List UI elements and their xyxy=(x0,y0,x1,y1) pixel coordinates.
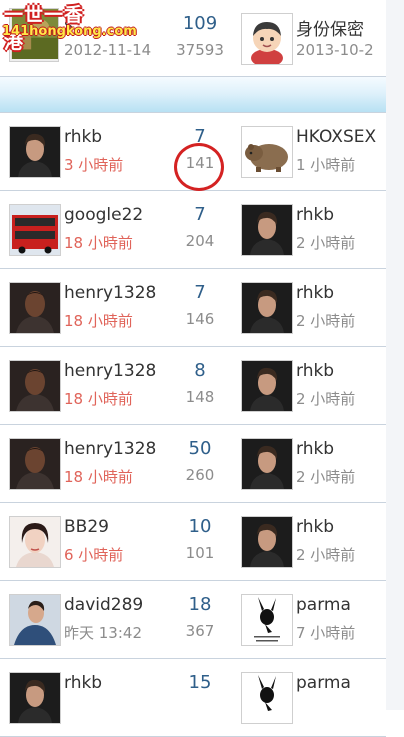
last-poster-avatar[interactable] xyxy=(241,126,293,178)
double-decker-bus-avatar-image xyxy=(10,205,60,255)
reply-count: 109 xyxy=(182,13,218,34)
portrait-avatar-image xyxy=(242,205,292,255)
reply-count: 7 xyxy=(194,282,206,303)
last-post-time: 7 小時前 xyxy=(296,624,356,642)
landscape-avatar-image xyxy=(11,9,58,59)
portrait-avatar-image xyxy=(10,361,60,411)
author-avatar[interactable] xyxy=(9,8,59,62)
portrait-avatar-image xyxy=(242,517,292,567)
last-post-time: 1 小時前 xyxy=(296,156,356,174)
reply-count: 7 xyxy=(194,204,206,225)
author-avatar[interactable] xyxy=(9,204,61,256)
last-poster-avatar[interactable] xyxy=(241,204,293,256)
last-poster-name[interactable]: rhkb xyxy=(296,439,334,459)
last-post-time: 2 小時前 xyxy=(296,390,356,408)
last-poster-name[interactable]: rhkb xyxy=(296,205,334,225)
last-poster-avatar[interactable] xyxy=(241,282,293,334)
last-post-time: 2 小時前 xyxy=(296,234,356,252)
portrait-avatar-image xyxy=(10,595,60,645)
portrait-avatar-image xyxy=(242,361,292,411)
author-avatar[interactable] xyxy=(9,672,61,724)
author-avatar[interactable] xyxy=(9,594,61,646)
last-poster-name[interactable]: parma xyxy=(296,673,351,693)
thread-author[interactable]: BB29 xyxy=(64,517,109,537)
bunny-logo-icon xyxy=(242,673,292,723)
portrait-avatar-image xyxy=(10,283,60,333)
last-poster-avatar[interactable] xyxy=(241,13,293,65)
thread-row[interactable]: BB29 6 小時前 10 101 rhkb 2 小時前 xyxy=(0,503,386,581)
view-count: 141 xyxy=(185,154,215,172)
bunny-logo-icon xyxy=(242,595,292,645)
portrait-avatar-image xyxy=(242,439,292,489)
last-poster-name[interactable]: rhkb xyxy=(296,283,334,303)
author-avatar[interactable] xyxy=(9,282,61,334)
thread-post-time: 6 小時前 xyxy=(64,546,124,564)
portrait-avatar-image xyxy=(10,127,60,177)
reply-count: 10 xyxy=(188,516,212,537)
thread-author[interactable]: henry1328 xyxy=(64,439,156,459)
thread-post-time: 昨天 13:42 xyxy=(64,624,142,642)
thread-author[interactable]: henry1328 xyxy=(64,283,156,303)
reply-count: 18 xyxy=(188,594,212,615)
view-count: 367 xyxy=(185,622,215,640)
portrait-avatar-image xyxy=(10,673,60,723)
view-count: 146 xyxy=(185,310,215,328)
last-post-time: 2013-10-2 xyxy=(296,41,374,59)
thread-author[interactable]: s xyxy=(64,15,73,35)
last-post-time: 2 小時前 xyxy=(296,546,356,564)
portrait-avatar-image xyxy=(242,283,292,333)
last-poster-name[interactable]: parma xyxy=(296,595,351,615)
last-poster-name[interactable]: HKOXSEX xyxy=(296,127,376,147)
thread-post-time: 18 小時前 xyxy=(64,468,133,486)
last-poster-name[interactable]: rhkb xyxy=(296,517,334,537)
thread-row[interactable]: rhkb 15 parma xyxy=(0,659,386,737)
last-poster-name[interactable]: 身份保密 xyxy=(296,15,364,40)
last-poster-avatar[interactable] xyxy=(241,672,293,724)
view-count: 101 xyxy=(185,544,215,562)
last-poster-avatar[interactable] xyxy=(241,438,293,490)
last-poster-avatar[interactable] xyxy=(241,360,293,412)
thread-post-time: 3 小時前 xyxy=(64,156,124,174)
reply-count: 7 xyxy=(194,126,206,147)
last-poster-avatar[interactable] xyxy=(241,516,293,568)
last-poster-avatar[interactable] xyxy=(241,594,293,646)
thread-row[interactable]: s 2012-11-14 109 37593 身份保密 2013-10-2 xyxy=(0,0,386,77)
portrait-avatar-image xyxy=(10,517,60,567)
author-avatar[interactable] xyxy=(9,438,61,490)
thread-post-time: 18 小時前 xyxy=(64,390,133,408)
author-avatar[interactable] xyxy=(9,516,61,568)
thread-author[interactable]: rhkb xyxy=(64,673,102,693)
reply-count: 8 xyxy=(194,360,206,381)
thread-row[interactable]: google22 18 小時前 7 204 rhkb 2 小時前 xyxy=(0,191,386,269)
thread-list: s 2012-11-14 109 37593 身份保密 2013-10-2 rh… xyxy=(0,0,386,737)
author-avatar[interactable] xyxy=(9,360,61,412)
thread-post-time: 18 小時前 xyxy=(64,234,133,252)
section-divider xyxy=(0,77,386,113)
author-avatar[interactable] xyxy=(9,126,61,178)
thread-row[interactable]: rhkb 3 小時前 7 141 HKOXSEX 1 小時前 xyxy=(0,113,386,191)
last-post-time: 2 小時前 xyxy=(296,468,356,486)
reply-count: 50 xyxy=(188,438,212,459)
view-count: 37593 xyxy=(176,41,224,59)
thread-row[interactable]: henry1328 18 小時前 50 260 rhkb 2 小時前 xyxy=(0,425,386,503)
thread-row[interactable]: henry1328 18 小時前 7 146 rhkb 2 小時前 xyxy=(0,269,386,347)
portrait-avatar-image xyxy=(10,439,60,489)
last-post-time: 2 小時前 xyxy=(296,312,356,330)
view-count: 148 xyxy=(185,388,215,406)
last-poster-name[interactable]: rhkb xyxy=(296,361,334,381)
thread-author[interactable]: google22 xyxy=(64,205,143,225)
thread-author[interactable]: rhkb xyxy=(64,127,102,147)
page-scroll-frame xyxy=(385,0,404,710)
thread-row[interactable]: henry1328 18 小時前 8 148 rhkb 2 小時前 xyxy=(0,347,386,425)
reply-count: 15 xyxy=(188,672,212,693)
thread-author[interactable]: david289 xyxy=(64,595,143,615)
view-count: 204 xyxy=(185,232,215,250)
thread-row[interactable]: david289 昨天 13:42 18 367 parma 7 小時前 xyxy=(0,581,386,659)
thread-author[interactable]: henry1328 xyxy=(64,361,156,381)
wombat-avatar-image xyxy=(242,127,292,177)
view-count: 260 xyxy=(185,466,215,484)
cartoon-avatar-image xyxy=(242,14,292,64)
thread-post-time: 2012-11-14 xyxy=(64,41,152,59)
thread-post-time: 18 小時前 xyxy=(64,312,133,330)
